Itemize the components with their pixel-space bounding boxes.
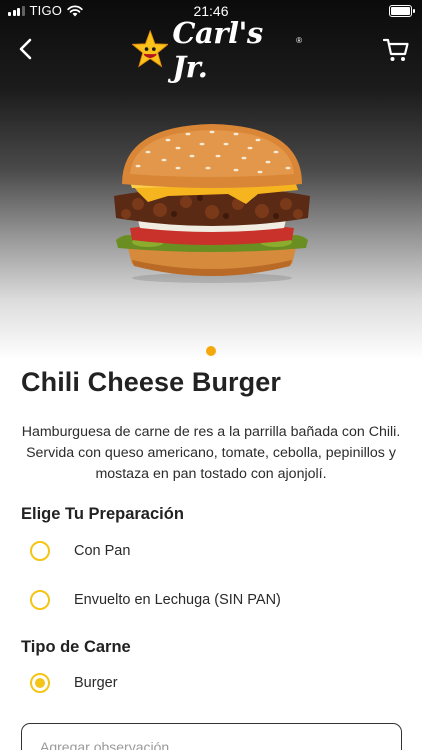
- nav-bar: Carl's Jr. ®: [0, 16, 422, 84]
- star-logo-icon: [132, 29, 169, 68]
- carousel-indicator: [0, 346, 422, 356]
- shopping-cart-icon: [382, 38, 409, 61]
- carousel-dot-active[interactable]: [206, 346, 216, 356]
- option-envuelto-en-lechuga[interactable]: Envuelto en Lechuga (SIN PAN): [30, 589, 281, 611]
- product-description: Hamburguesa de carne de res a la parrill…: [21, 424, 401, 482]
- battery-icon: [389, 5, 415, 17]
- option-burger[interactable]: Burger: [30, 672, 118, 694]
- observation-input[interactable]: [21, 723, 402, 750]
- option-label: Envuelto en Lechuga (SIN PAN): [74, 592, 281, 608]
- brand-logo: Carl's Jr. ®: [132, 16, 302, 84]
- option-con-pan[interactable]: Con Pan: [30, 540, 130, 562]
- brand-registered-mark: ®: [296, 35, 302, 45]
- radio-con-pan[interactable]: [30, 541, 50, 561]
- back-button[interactable]: [10, 34, 40, 64]
- meat-section-title: Tipo de Carne: [21, 638, 131, 656]
- chevron-left-icon: [19, 38, 32, 60]
- cart-button[interactable]: [382, 36, 410, 64]
- option-label: Con Pan: [74, 543, 131, 559]
- product-image: [114, 124, 310, 283]
- product-title: Chili Cheese Burger: [21, 367, 281, 397]
- radio-burger[interactable]: [30, 673, 50, 693]
- option-label: Burger: [74, 675, 118, 691]
- preparation-section-title: Elige Tu Preparación: [21, 505, 184, 523]
- radio-envuelto-en-lechuga[interactable]: [30, 590, 50, 610]
- battery-level: [391, 7, 410, 15]
- brand-name: Carl's Jr.: [172, 16, 263, 84]
